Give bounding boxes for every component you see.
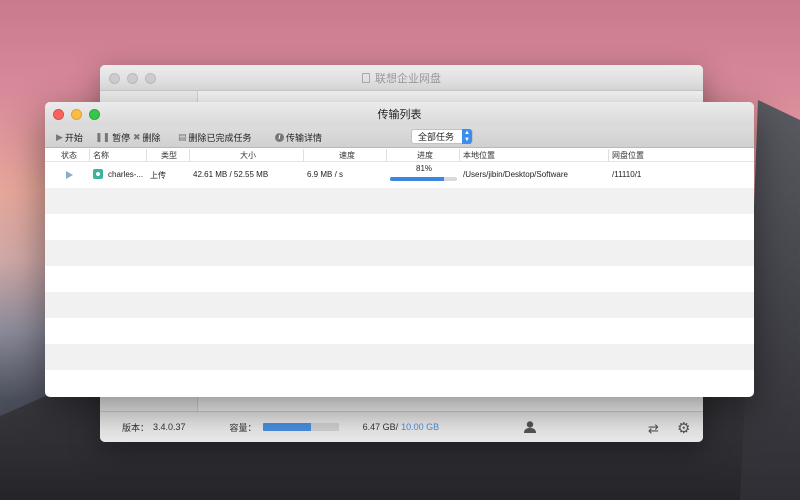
play-icon: ▶ bbox=[56, 132, 63, 142]
row-size: 42.61 MB / 52.55 MB bbox=[193, 170, 269, 179]
row-progress-text: 81% bbox=[416, 164, 433, 173]
user-icon[interactable] bbox=[523, 420, 537, 434]
col-size[interactable]: 大小 bbox=[240, 150, 256, 161]
table-row-empty bbox=[45, 318, 754, 344]
zoom-button[interactable] bbox=[145, 73, 156, 84]
row-progress-bar bbox=[390, 177, 457, 181]
pause-label: 暂停 bbox=[112, 133, 131, 143]
capacity-total: 10.00 GB bbox=[401, 422, 440, 432]
table-row-empty bbox=[45, 370, 754, 396]
table-row-empty bbox=[45, 292, 754, 318]
main-window-titlebar[interactable]: 联想企业网盘 bbox=[100, 65, 703, 91]
pause-icon: ❚❚ bbox=[95, 132, 111, 142]
minimize-button[interactable] bbox=[71, 109, 82, 120]
clear-completed-icon: ▤ bbox=[178, 132, 187, 142]
delete-button[interactable]: ✖ 删除 bbox=[133, 131, 161, 144]
capacity-label: 容量： bbox=[229, 422, 257, 433]
capacity-bar bbox=[262, 423, 339, 431]
transfer-list-window: 传输列表 ▶ 开始 ❚❚ 暂停 ✖ 删除 ▤ 删除已完成任务 i 传输详情 全部… bbox=[45, 102, 754, 397]
table-row[interactable]: charles-... 上传 42.61 MB / 52.55 MB 6.9 M… bbox=[45, 162, 754, 188]
capacity-used: 6.47 GB/ bbox=[362, 422, 399, 432]
close-button[interactable] bbox=[53, 109, 64, 120]
col-name[interactable]: 名称 bbox=[93, 150, 109, 161]
start-label: 开始 bbox=[64, 133, 83, 143]
status-footer: 版本： 3.4.0.37 容量： 6.47 GB/ 10.00 GB ⇄ ⚙ bbox=[100, 411, 703, 442]
main-window-title: 联想企业网盘 bbox=[375, 72, 441, 85]
toolbar: ▶ 开始 ❚❚ 暂停 ✖ 删除 ▤ 删除已完成任务 i 传输详情 全部任务 ▲ ▼ bbox=[45, 126, 754, 148]
transfer-table: charles-... 上传 42.61 MB / 52.55 MB 6.9 M… bbox=[45, 162, 754, 396]
table-row-empty bbox=[45, 188, 754, 214]
file-icon bbox=[93, 169, 103, 179]
delete-completed-label: 删除已完成任务 bbox=[188, 133, 252, 143]
capacity-bar-fill bbox=[262, 423, 312, 431]
pause-button[interactable]: ❚❚ 暂停 bbox=[95, 131, 130, 144]
start-button[interactable]: ▶ 开始 bbox=[56, 131, 83, 144]
chevron-updown-icon: ▲ ▼ bbox=[462, 129, 472, 144]
minimize-button[interactable] bbox=[127, 73, 138, 84]
delete-completed-button[interactable]: ▤ 删除已完成任务 bbox=[178, 131, 252, 144]
version-value: 3.4.0.37 bbox=[153, 422, 186, 432]
col-status[interactable]: 状态 bbox=[61, 150, 77, 161]
version-label: 版本： bbox=[122, 422, 150, 433]
row-speed: 6.9 MB / s bbox=[307, 170, 344, 179]
transfer-icon[interactable]: ⇄ bbox=[648, 421, 659, 437]
delete-label: 删除 bbox=[142, 133, 161, 143]
col-type[interactable]: 类型 bbox=[161, 150, 177, 161]
close-button[interactable] bbox=[109, 73, 120, 84]
delete-x-icon: ✖ bbox=[133, 132, 141, 142]
col-speed[interactable]: 速度 bbox=[339, 150, 355, 161]
col-local-path[interactable]: 本地位置 bbox=[463, 150, 495, 161]
task-filter-value: 全部任务 bbox=[418, 132, 455, 142]
table-header: 状态 名称 类型 大小 速度 进度 本地位置 网盘位置 bbox=[45, 148, 754, 162]
row-local-path: /Users/jibin/Desktop/Software bbox=[463, 170, 568, 179]
row-progress-fill bbox=[390, 177, 445, 181]
play-icon[interactable] bbox=[66, 171, 73, 179]
col-progress[interactable]: 进度 bbox=[417, 150, 433, 161]
table-row-empty bbox=[45, 214, 754, 240]
transfer-details-label: 传输详情 bbox=[286, 133, 323, 143]
transfer-details-button[interactable]: i 传输详情 bbox=[275, 131, 322, 144]
info-icon: i bbox=[275, 133, 284, 142]
row-type: 上传 bbox=[150, 171, 166, 180]
task-filter-select[interactable]: 全部任务 ▲ ▼ bbox=[411, 129, 473, 144]
window-title: 传输列表 bbox=[377, 109, 422, 121]
document-icon bbox=[362, 72, 370, 83]
table-row-empty bbox=[45, 344, 754, 370]
row-cloud-path: /11110/1 bbox=[612, 170, 642, 179]
row-name: charles-... bbox=[108, 170, 144, 179]
gear-icon[interactable]: ⚙ bbox=[677, 419, 690, 437]
table-row-empty bbox=[45, 240, 754, 266]
table-row-empty bbox=[45, 266, 754, 292]
zoom-button[interactable] bbox=[89, 109, 100, 120]
col-cloud-path[interactable]: 网盘位置 bbox=[612, 150, 644, 161]
transfer-window-titlebar[interactable]: 传输列表 bbox=[45, 102, 754, 126]
